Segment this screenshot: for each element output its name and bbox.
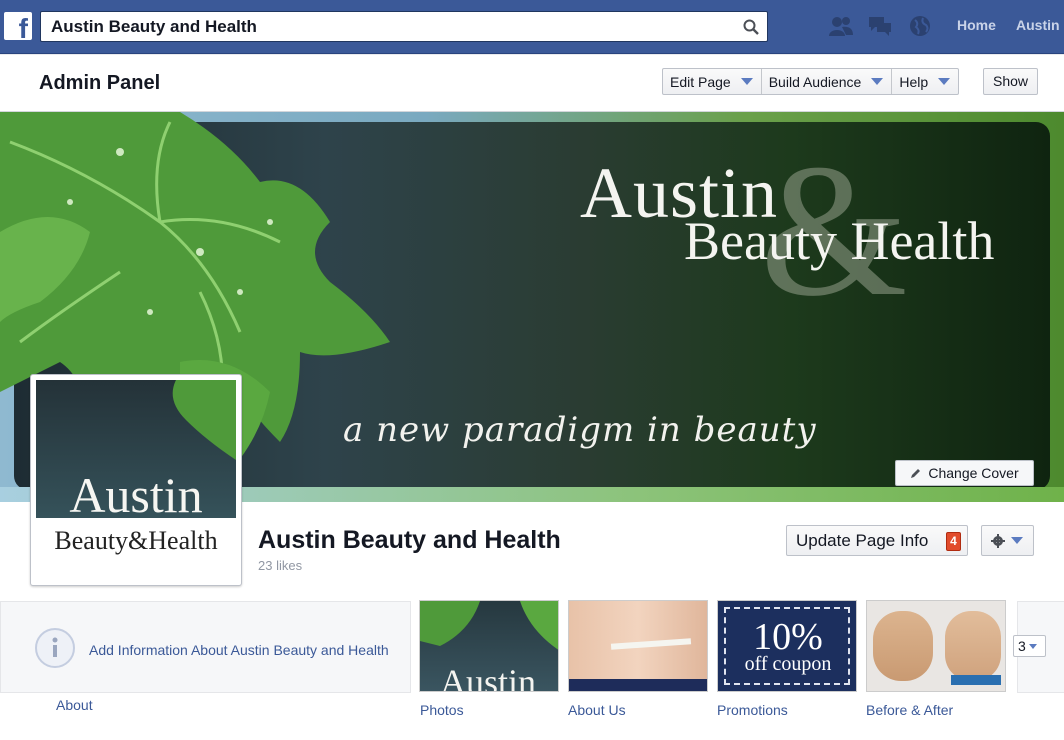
gear-icon — [991, 534, 1005, 548]
messages-icon[interactable] — [867, 14, 893, 38]
add-about-info-link[interactable]: Add Information About Austin Beauty and … — [89, 642, 389, 658]
about-app-label[interactable]: About — [56, 697, 93, 713]
promotions-app-thumbnail[interactable]: 10% off coupon — [717, 600, 857, 692]
likes-count[interactable]: 23 likes — [258, 558, 302, 573]
promo-subtext: off coupon — [744, 653, 832, 675]
promotions-app-label[interactable]: Promotions — [717, 702, 788, 718]
change-cover-button[interactable]: Change Cover — [895, 460, 1034, 486]
leaf-icon — [420, 601, 558, 650]
edit-page-label: Edit Page — [670, 73, 731, 90]
about-us-app-thumbnail[interactable] — [568, 600, 708, 692]
before-after-app-thumbnail[interactable] — [866, 600, 1006, 692]
cover-tagline: a new paradigm in beauty — [343, 410, 817, 450]
page-title[interactable]: Austin Beauty and Health — [258, 526, 561, 555]
notification-badge: 4 — [946, 532, 961, 551]
help-button[interactable]: Help — [892, 69, 958, 94]
before-after-app-label[interactable]: Before & After — [866, 702, 953, 718]
top-bar: f Austin Beauty and Health Home Austin — [0, 0, 1064, 54]
chevron-down-icon — [1028, 643, 1037, 649]
about-us-thumb-band — [569, 679, 707, 691]
search-input[interactable]: Austin Beauty and Health — [40, 11, 768, 42]
admin-panel-title: Admin Panel — [39, 72, 161, 94]
facebook-logo-icon[interactable]: f — [4, 12, 32, 44]
chevron-down-icon — [871, 78, 884, 85]
after-label-bar — [951, 675, 1001, 685]
change-cover-label: Change Cover — [928, 465, 1019, 481]
build-audience-button[interactable]: Build Audience — [762, 69, 893, 94]
nav-home-link[interactable]: Home — [957, 17, 996, 33]
pencil-icon — [911, 469, 921, 478]
about-us-app-label[interactable]: About Us — [568, 702, 626, 718]
chevron-down-icon — [740, 78, 753, 85]
update-page-info-label: Update Page Info — [796, 530, 929, 550]
show-button[interactable]: Show — [983, 68, 1038, 95]
nav-profile-link[interactable]: Austin — [1016, 17, 1060, 33]
profile-picture[interactable]: Austin Beauty&Health — [30, 374, 242, 586]
search-value: Austin Beauty and Health — [51, 17, 257, 36]
about-section[interactable]: Add Information About Austin Beauty and … — [0, 601, 411, 693]
update-page-info-button[interactable]: Update Page Info 4 — [786, 525, 968, 556]
chevron-down-icon — [938, 78, 951, 85]
after-image — [945, 611, 1001, 681]
admin-panel-bar: Admin Panel Edit Page Build Audience Hel… — [0, 55, 1064, 112]
search-icon[interactable] — [743, 19, 759, 35]
edit-page-button[interactable]: Edit Page — [663, 69, 762, 94]
admin-button-group: Edit Page Build Audience Help — [662, 68, 960, 95]
friend-requests-icon[interactable] — [828, 14, 854, 38]
more-apps-button[interactable]: 3 — [1013, 635, 1046, 657]
logo-letter: f — [18, 13, 28, 44]
photos-app-thumbnail[interactable]: Austin — [419, 600, 559, 692]
info-icon — [35, 628, 75, 668]
notifications-globe-icon[interactable] — [907, 14, 933, 38]
profile-picture-title: Austin — [69, 467, 203, 523]
cover-title-line2: Beauty Health — [684, 211, 995, 271]
profile-picture-subtitle: Beauty&Health — [54, 526, 218, 555]
photos-thumb-text: Austin — [440, 662, 537, 692]
settings-gear-button[interactable] — [981, 525, 1034, 556]
profile-picture-image: Austin Beauty&Health — [36, 380, 236, 580]
photos-app-label[interactable]: Photos — [420, 702, 464, 718]
before-image — [873, 611, 933, 681]
build-audience-label: Build Audience — [768, 73, 862, 90]
help-label: Help — [899, 73, 929, 90]
leaf-icon — [172, 380, 236, 460]
chevron-down-icon — [1011, 537, 1023, 544]
more-apps-count: 3 — [1018, 638, 1026, 654]
